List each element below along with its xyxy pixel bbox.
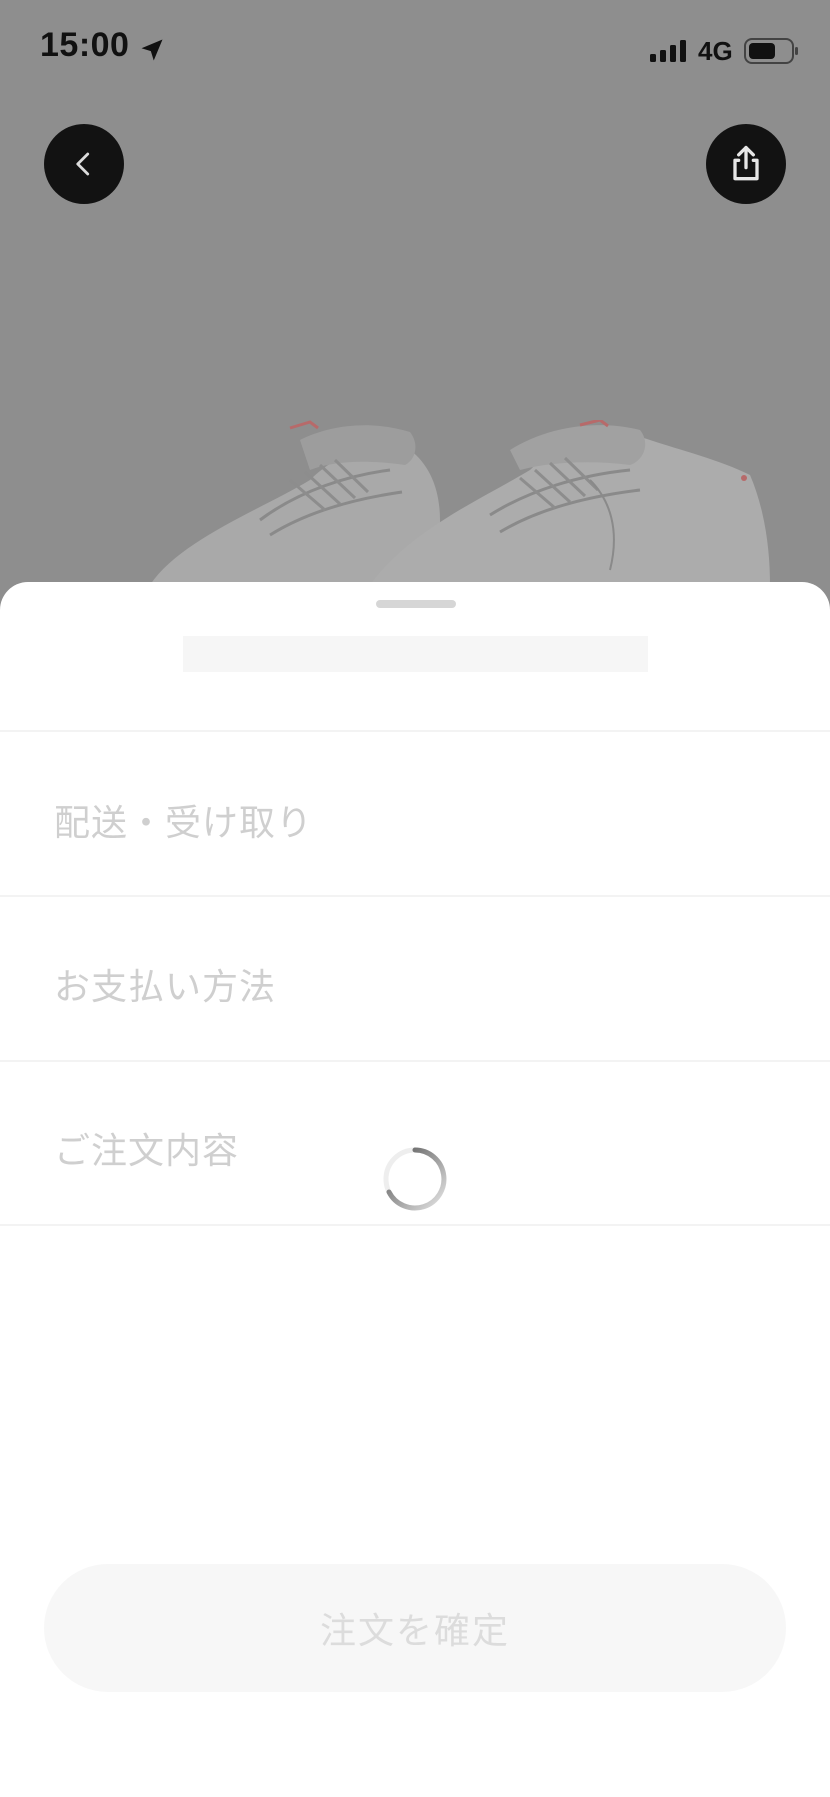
section-order-summary[interactable]: ご注文内容 (54, 1122, 239, 1174)
title-loading-placeholder (183, 636, 648, 672)
signal-bars-icon (650, 40, 686, 62)
confirm-order-label: 注文を確定 (319, 1611, 510, 1652)
section-payment[interactable]: お支払い方法 (54, 958, 276, 1010)
location-arrow-icon (141, 39, 163, 61)
divider (0, 1060, 830, 1062)
product-image (150, 420, 770, 585)
divider (0, 895, 830, 897)
battery-icon (744, 38, 798, 64)
loading-spinner-icon (383, 1147, 447, 1211)
back-button[interactable] (44, 124, 124, 204)
chevron-left-icon (76, 152, 90, 176)
section-delivery[interactable]: 配送・受け取り (54, 794, 313, 846)
confirm-order-button[interactable]: 注文を確定 (44, 1564, 786, 1692)
checkout-sheet: 配送・受け取り お支払い方法 ご注文内容 注文を確定 (0, 582, 830, 1797)
share-button[interactable] (706, 124, 786, 204)
divider (0, 1224, 830, 1226)
sheet-grabber[interactable] (376, 600, 456, 608)
network-label: 4G (698, 36, 733, 66)
share-icon (733, 145, 759, 181)
status-bar: 15:00 4G (0, 0, 830, 100)
divider (0, 730, 830, 732)
status-time: 15:00 (40, 26, 130, 64)
